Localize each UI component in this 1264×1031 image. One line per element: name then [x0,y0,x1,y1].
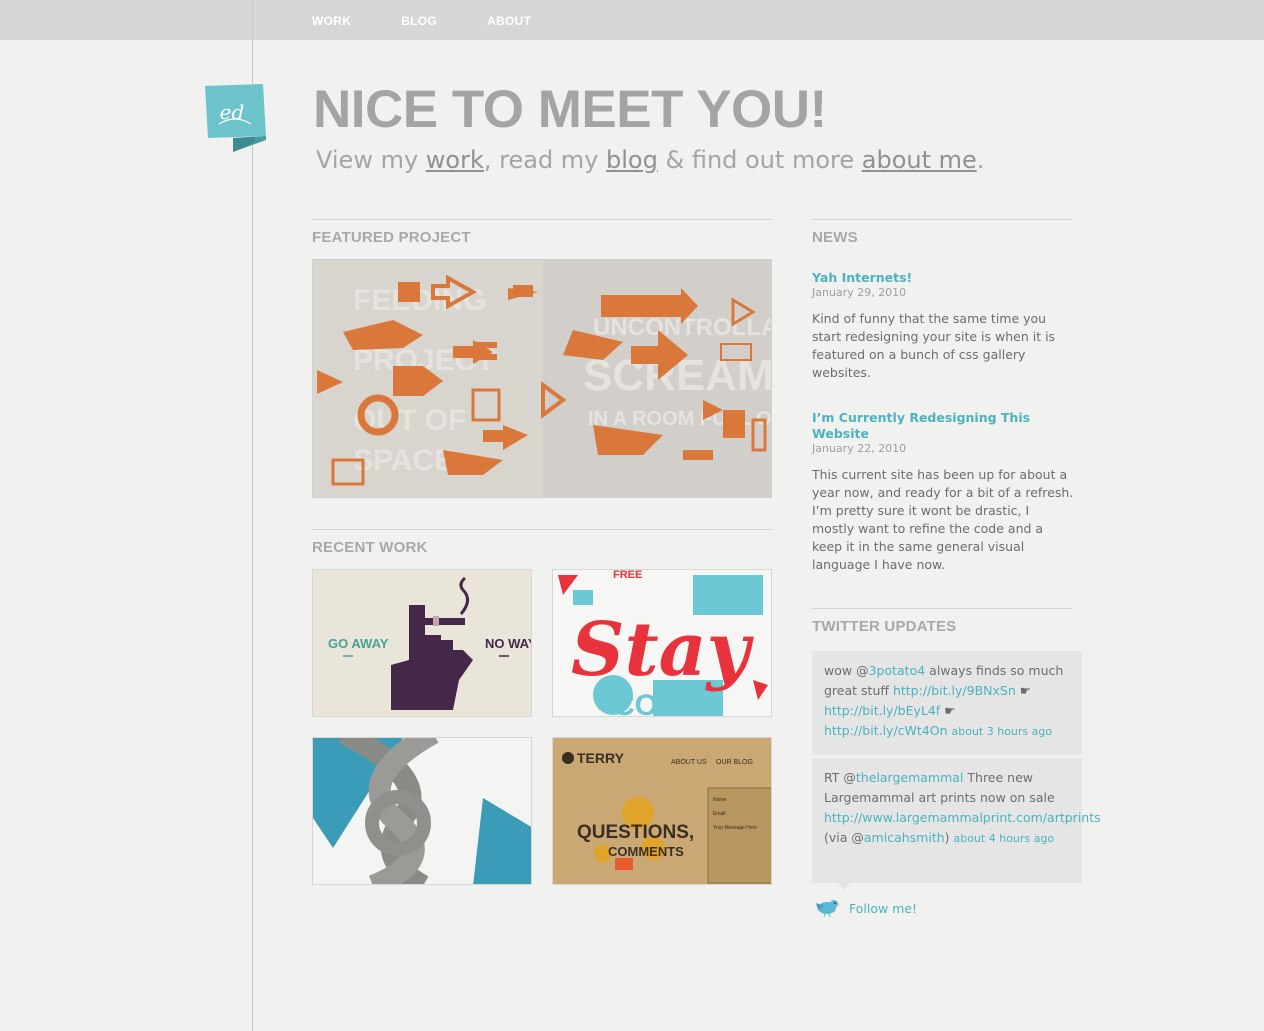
tweet-url-link[interactable]: http://bit.ly/bEyL4f [824,703,940,718]
news-item-body: Kind of funny that the same time you sta… [812,311,1056,380]
tweet-url-link[interactable]: http://bit.ly/9BNxSn [893,683,1016,698]
twitter-updates-title: TWITTER UPDATES [812,618,957,635]
nav-about-link[interactable]: ABOUT [487,14,531,28]
tweet-user-link[interactable]: 3potato4 [869,663,926,678]
recent-work-title: RECENT WORK [312,539,428,556]
sub-work-link[interactable]: work [426,146,484,174]
page-headline: NICE TO MEET YOU! [313,80,827,139]
nav-work-link[interactable]: WORK [312,14,351,28]
news-item-title[interactable]: I’m Currently Redesigning This Website [812,410,1042,442]
recent-work-thumb-3[interactable] [312,737,532,885]
svg-text:TERRY: TERRY [577,750,625,766]
svg-text:Email: Email [713,811,726,817]
main-nav: WORK BLOG ABOUT [312,14,581,28]
tweet-item: wow @3potato4 always finds so much great… [812,651,1082,755]
svg-text:SPACE: SPACE [353,444,454,477]
site-logo[interactable]: ed [205,84,266,152]
tweet-user-link[interactable]: amicahsmith [864,830,945,845]
svg-text:COOL: COOL [613,689,700,717]
featured-rule [312,219,772,220]
tweet-url-link[interactable]: http://bit.ly/cWt4On [824,723,948,738]
tweet-time-link[interactable]: about 4 hours ago [954,832,1055,845]
featured-project-title: FEATURED PROJECT [312,229,471,246]
page-subheadline: View my work, read my blog & find out mo… [316,146,985,174]
recent-work-thumb-1[interactable]: GO AWAY NO WAY [312,569,532,717]
svg-text:GO AWAY: GO AWAY [328,636,389,651]
sub-blog-link[interactable]: blog [606,146,658,174]
tweet-bubble-arrow [838,883,850,890]
recent-work-thumb-2[interactable]: FREE Stay COOL [552,569,772,717]
vertical-divider [252,0,253,1031]
news-item-body: This current site has been up for about … [812,467,1074,572]
featured-project-image[interactable]: FEEDING PROJECT OUT OF SPACE UNCONTROLLA… [312,259,772,498]
svg-text:OUR BLOG: OUR BLOG [716,759,753,766]
news-item-title[interactable]: Yah Internets! [812,270,1072,286]
tweet-item: RT @thelargemammal Three new Largemammal… [812,758,1101,883]
logo-text: ed [220,100,245,124]
news-item-date: January 22, 2010 [812,442,907,455]
svg-text:Stay: Stay [571,607,755,693]
tweet-url-link[interactable]: http://www.largemammalprint.com/artprint… [824,810,1101,825]
svg-text:Name: Name [713,797,727,803]
recent-rule [312,529,772,530]
svg-text:Your Message Here: Your Message Here [713,825,757,831]
news-title: NEWS [812,229,858,246]
follow-me-link[interactable]: Follow me! [849,901,917,916]
svg-text:COMMENTS: COMMENTS [608,844,684,859]
svg-text:ABOUT US: ABOUT US [671,759,707,766]
recent-work-thumb-4[interactable]: TERRY ABOUT US OUR BLOG Name Email Your … [552,737,772,885]
svg-text:FREE: FREE [613,570,642,581]
twitter-bird-icon [816,900,840,917]
news-item-date: January 29, 2010 [812,286,907,299]
tweet-time-link[interactable]: about 3 hours ago [952,725,1053,738]
sub-about-link[interactable]: about me [862,146,977,174]
svg-text:QUESTIONS,: QUESTIONS, [577,822,694,843]
news-rule [812,219,1072,220]
top-navigation-bar [0,0,1264,40]
twitter-rule [812,608,1072,609]
nav-blog-link[interactable]: BLOG [401,14,437,28]
svg-text:NO WAY: NO WAY [485,636,532,651]
tweet-user-link[interactable]: thelargemammal [856,770,964,785]
